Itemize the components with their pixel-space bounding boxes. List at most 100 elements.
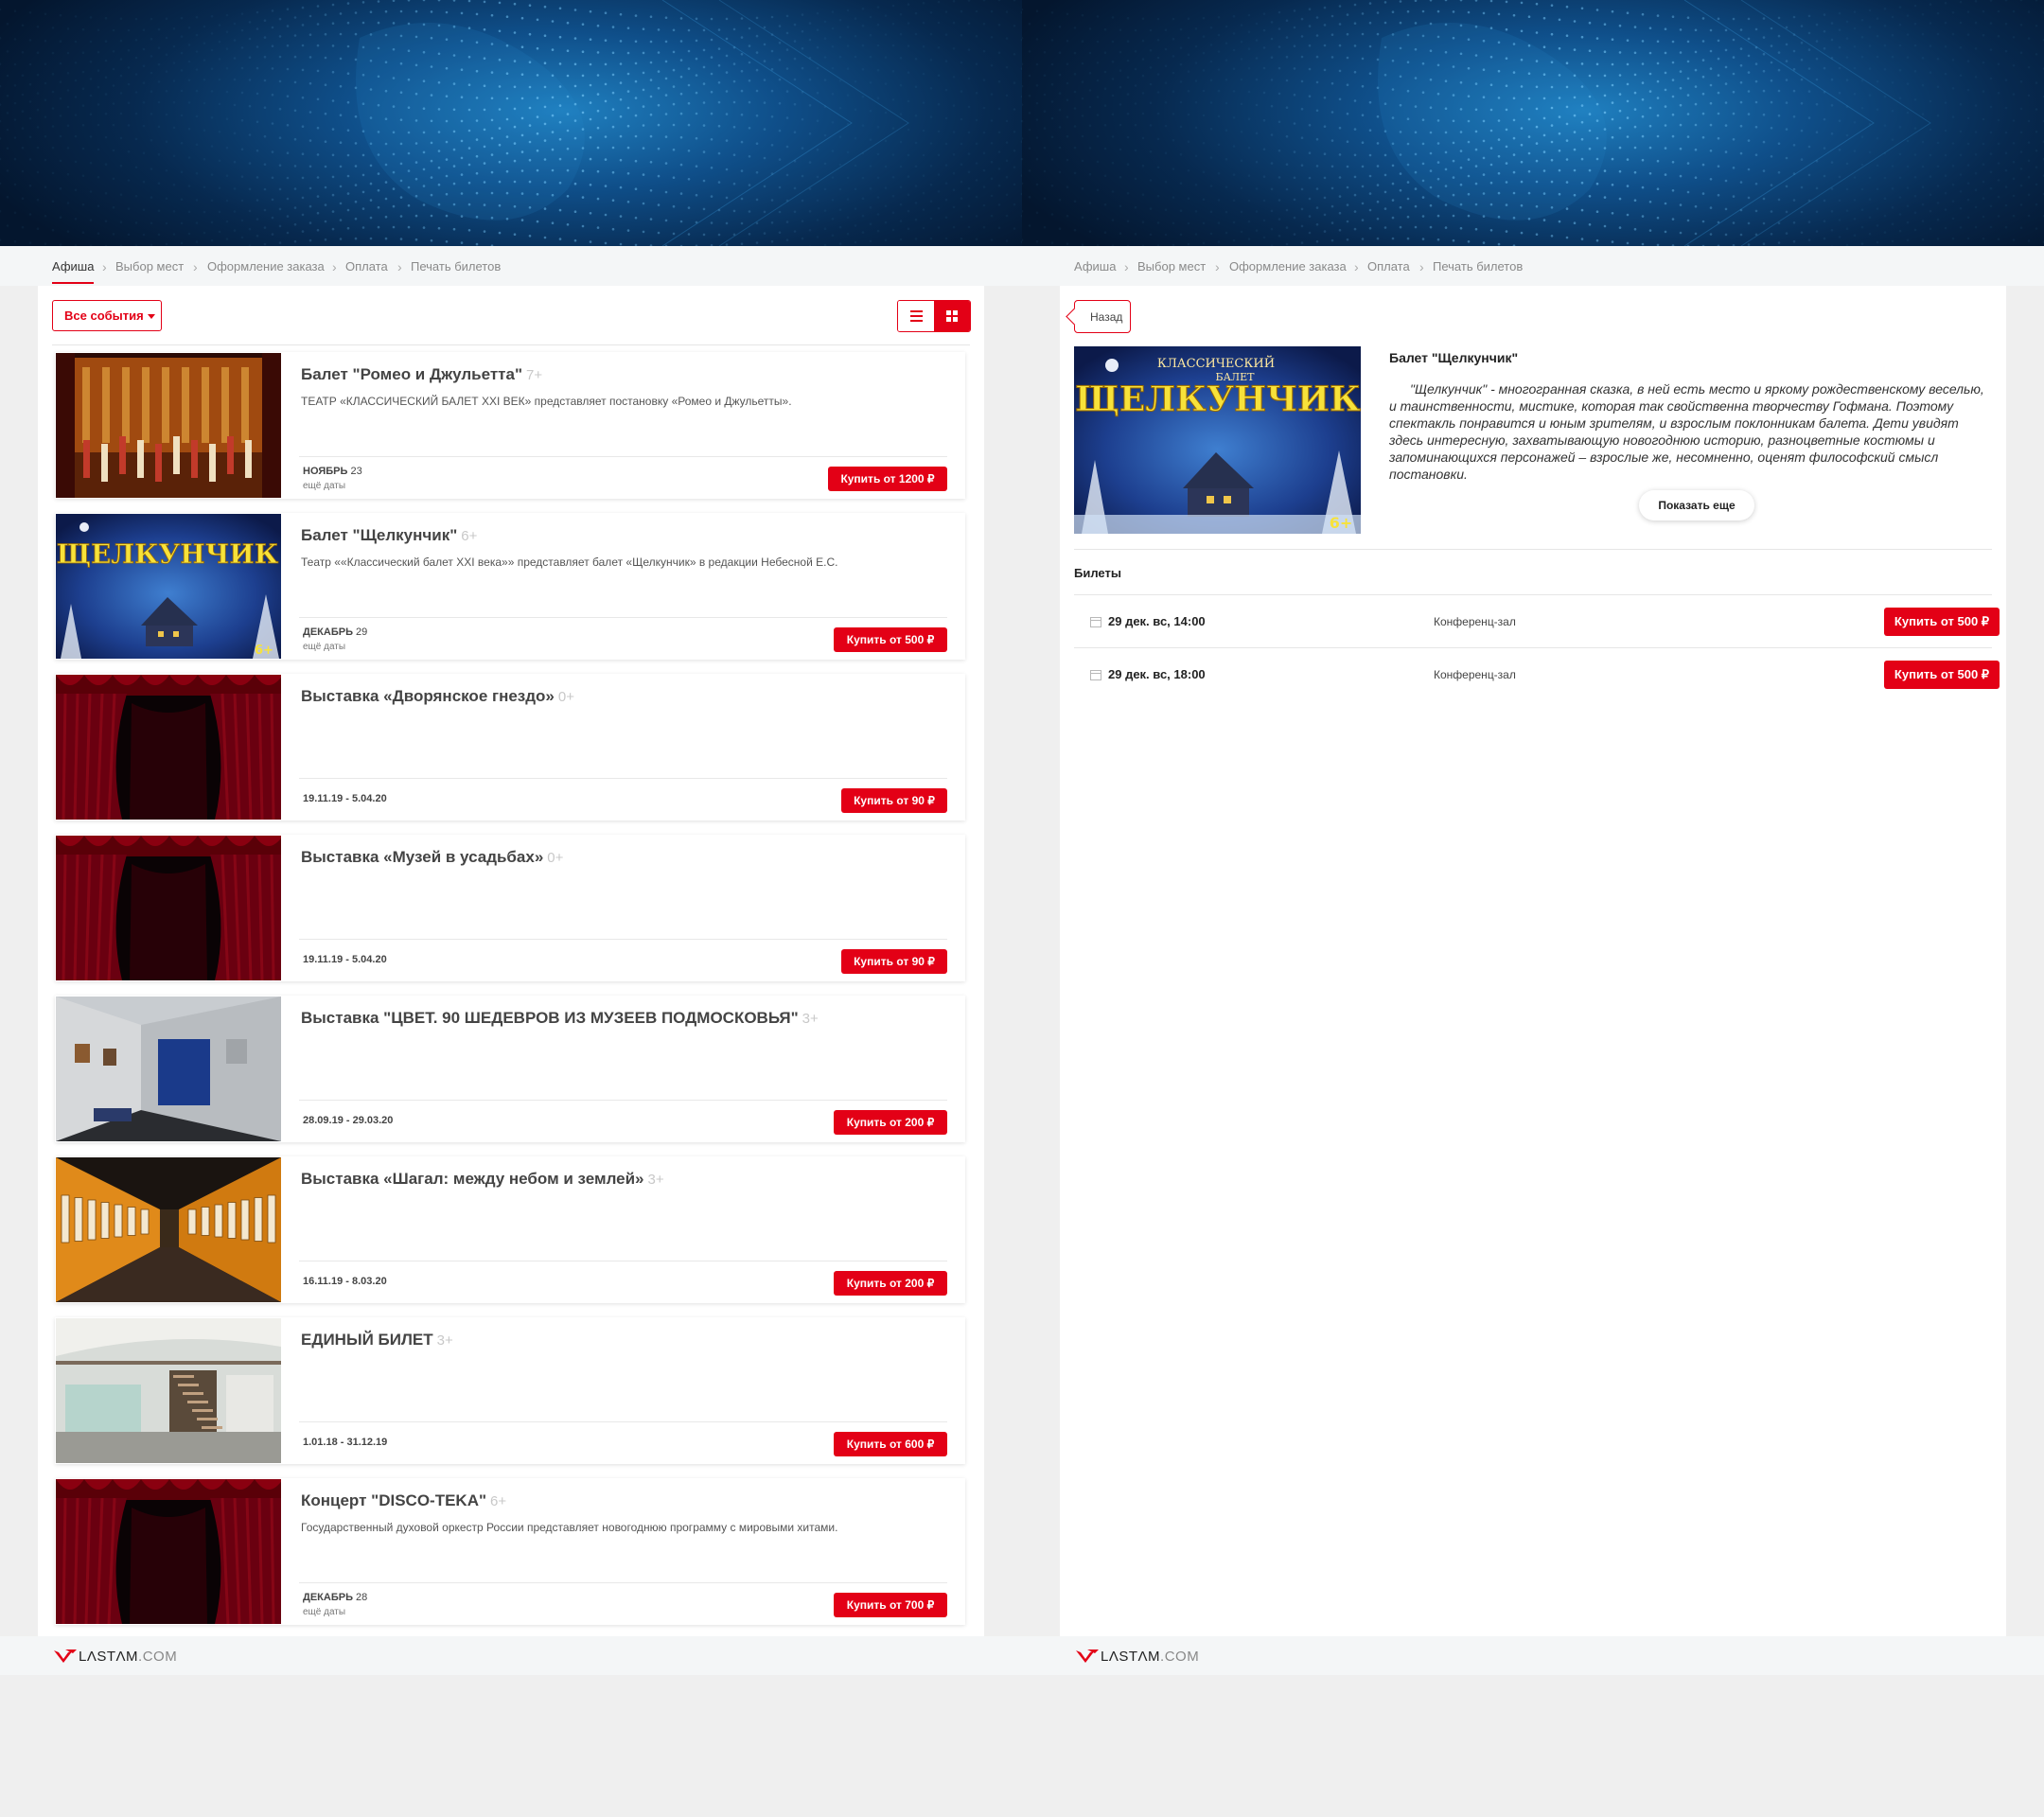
buy-ticket-button[interactable]: Купить от 200 ₽ [834,1110,947,1135]
event-date-range: 1.01.18 - 31.12.19 [303,1437,388,1448]
banner-pattern [1022,0,2044,246]
poster-age: 6+ [1330,514,1353,532]
event-card[interactable]: Выставка «Шагал: между небом и землей» 3+… [55,1156,965,1303]
back-button[interactable]: Назад [1074,300,1131,333]
event-list-screen: Афиша › Выбор мест › Оформление заказа ›… [0,0,1022,1675]
ticket-date: 29 дек. вс, 14:00 [1108,614,1206,628]
buy-ticket-button[interactable]: Купить от 500 ₽ [1884,661,2000,689]
chevron-right-icon: › [1215,259,1220,274]
event-title[interactable]: Выставка «Шагал: между небом и землей» 3+ [301,1170,664,1189]
event-card[interactable]: Выставка «Музей в усадьбах» 0+ 19.11.19 - … [55,835,965,981]
event-poster: КЛАССИЧЕСКИЙ БАЛЕТ ЩЕЛКУНЧИК 6+ [1074,346,1361,534]
chevron-right-icon: › [1354,259,1359,274]
event-card[interactable]: ЕДИНЫЙ БИЛЕТ 3+ 1.01.18 - 31.12.19 Купить о… [55,1317,965,1464]
event-thumbnail[interactable] [56,353,281,498]
grid-view-button[interactable] [934,301,970,331]
chevron-right-icon: › [193,259,198,274]
banner-pattern [0,0,1022,246]
event-title[interactable]: Выставка «Музей в усадьбах» 0+ [301,848,563,867]
event-date-range: 19.11.19 - 5.04.20 [303,793,387,804]
buy-ticket-button[interactable]: Купить от 600 ₽ [834,1432,947,1456]
more-dates-link[interactable]: ещё даты [303,481,345,491]
age-rating: 0+ [547,850,564,866]
event-card[interactable]: Концерт "DISCO-TEKA" 6+ Государственный ду… [55,1478,965,1625]
museum-interior-image [56,1318,281,1463]
back-label: Назад [1090,310,1123,324]
orange-gallery-image [56,1157,281,1302]
tickets-heading: Билеты [1074,566,1121,580]
event-title[interactable]: Балет "Щелкунчик" 6+ [301,526,477,545]
event-title[interactable]: Балет "Ромео и Джульетта" 7+ [301,365,542,384]
list-icon [910,310,923,322]
event-thumbnail[interactable]: ЩЕЛКУНЧИК 6+ [56,514,281,659]
poster-line1: КЛАССИЧЕСКИЙ [1157,355,1275,371]
ticket-hall: Конференц-зал [1434,615,1516,628]
event-card[interactable]: Балет "Ромео и Джульетта" 7+ ТЕАТР «КЛАССИ… [55,352,965,499]
buy-ticket-button[interactable]: Купить от 200 ₽ [834,1271,947,1296]
event-thumbnail[interactable] [56,675,281,820]
divider [1074,549,1992,550]
buy-ticket-button[interactable]: Купить от 500 ₽ [834,627,947,652]
step-payment: Оплата [1367,259,1410,273]
buy-ticket-button[interactable]: Купить от 500 ₽ [1884,608,2000,636]
event-detail-panel: Назад КЛАССИЧЕСКИЙ БАЛЕТ ЩЕЛКУНЧИК 6+ Ба… [1060,286,2006,1636]
all-events-dropdown[interactable]: Все события [52,300,162,331]
svg-text:6+: 6+ [255,644,273,658]
buy-ticket-button[interactable]: Купить от 90 ₽ [841,949,947,974]
more-dates-link[interactable]: ещё даты [303,1607,345,1617]
event-title[interactable]: ЕДИНЫЙ БИЛЕТ 3+ [301,1331,453,1350]
buy-ticket-button[interactable]: Купить от 90 ₽ [841,788,947,813]
event-date-range: 19.11.19 - 5.04.20 [303,954,387,965]
view-toggle [897,300,971,332]
ticket-date: 29 дек. вс, 18:00 [1108,667,1206,681]
more-dates-link[interactable]: ещё даты [303,642,345,652]
calendar-icon [1090,670,1101,680]
event-card[interactable]: Выставка «Дворянское гнездо» 0+ 19.11.19 -… [55,674,965,820]
event-detail-screen: Афиша › Выбор мест › Оформление заказа ›… [1022,0,2044,1675]
event-description: "Щелкунчик" - многогранная сказка, в ней… [1389,381,1984,482]
age-rating: 3+ [647,1172,664,1188]
svg-text:ЩЕЛКУНЧИК: ЩЕЛКУНЧИК [57,538,279,570]
chevron-right-icon: › [332,259,337,274]
age-rating: 6+ [461,528,478,544]
event-title[interactable]: Выставка "ЦВЕТ. 90 ШЕДЕВРОВ ИЗ МУЗЕЕВ ПО… [301,1009,819,1028]
event-thumbnail[interactable] [56,1479,281,1624]
lastam-logo[interactable]: LΛSTΛM.COM [52,1647,177,1666]
caret-down-icon [147,314,155,320]
nutcracker-poster-image: ЩЕЛКУНЧИК 6+ [56,514,281,659]
event-thumbnail[interactable] [56,836,281,980]
calendar-icon [1090,617,1101,627]
poster-title: ЩЕЛКУНЧИК [1075,379,1361,419]
event-card[interactable]: Выставка "ЦВЕТ. 90 ШЕДЕВРОВ ИЗ МУЗЕЕВ ПО… [55,996,965,1142]
stage-performance-image [56,353,281,498]
event-card[interactable]: ЩЕЛКУНЧИК 6+ Балет "Щелкунчик" 6+ Театр ««Кл… [55,513,965,660]
checkout-steps: Афиша › Выбор мест › Оформление заказа ›… [0,246,1022,286]
event-thumbnail[interactable] [56,1318,281,1463]
event-date: ДЕКАБРЬ 29 [303,626,368,638]
logo-text: LΛSTΛM.COM [1101,1649,1200,1665]
red-curtain-image [56,675,281,820]
step-order: Оформление заказа [207,259,325,273]
ticket-row: 29 дек. вс, 14:00 Конференц-зал Купить о… [1074,594,2000,647]
show-more-button[interactable]: Показать еще [1639,490,1754,520]
event-thumbnail[interactable] [56,997,281,1141]
chevron-right-icon: › [1124,259,1129,274]
step-afisha[interactable]: Афиша [1074,259,1116,273]
list-view-button[interactable] [898,301,934,331]
chevron-right-icon: › [1419,259,1424,274]
lastam-logo[interactable]: LΛSTΛM.COM [1074,1647,1199,1666]
buy-ticket-button[interactable]: Купить от 700 ₽ [834,1593,947,1617]
header-banner [1022,0,2044,246]
gallery-hall-image [56,997,281,1141]
red-curtain-image [56,1479,281,1624]
step-afisha[interactable]: Афиша [52,259,95,284]
footer: LΛSTΛM.COM [0,1636,1022,1675]
buy-ticket-button[interactable]: Купить от 1200 ₽ [828,467,947,491]
ticket-hall: Конференц-зал [1434,668,1516,681]
age-rating: 3+ [436,1332,453,1349]
event-thumbnail[interactable] [56,1157,281,1302]
step-print: Печать билетов [411,259,502,273]
event-title[interactable]: Выставка «Дворянское гнездо» 0+ [301,687,574,706]
event-title[interactable]: Концерт "DISCO-TEKA" 6+ [301,1491,506,1510]
header-banner [0,0,1022,246]
